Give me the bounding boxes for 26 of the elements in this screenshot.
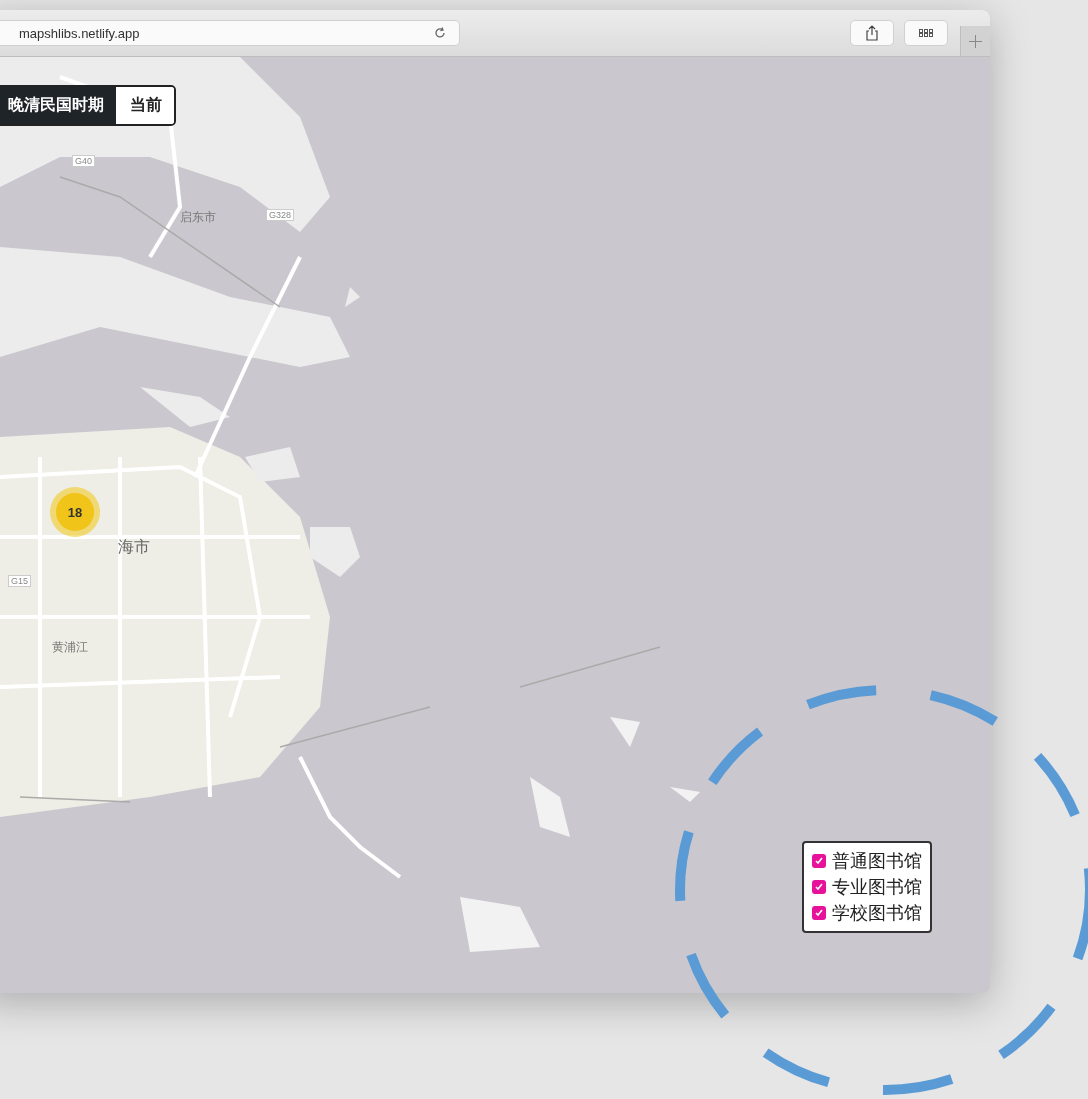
- reload-icon[interactable]: [433, 26, 447, 40]
- road-shield: G15: [8, 575, 31, 587]
- legend-label: 专业图书馆: [832, 876, 922, 899]
- legend-label: 普通图书馆: [832, 850, 922, 873]
- address-field[interactable]: mapshlibs.netlify.app: [0, 20, 460, 46]
- road-shield: G328: [266, 209, 295, 221]
- cluster-marker[interactable]: 18: [50, 487, 100, 537]
- checkbox[interactable]: [812, 906, 826, 920]
- grid-icon: [919, 29, 933, 37]
- road-shield: G40: [72, 155, 95, 167]
- place-label: 黄浦江: [52, 639, 88, 656]
- legend-item[interactable]: 专业图书馆: [812, 875, 922, 899]
- share-icon: [866, 25, 878, 41]
- tabs-button[interactable]: [904, 20, 948, 46]
- share-button[interactable]: [850, 20, 894, 46]
- new-tab-button[interactable]: [960, 26, 990, 56]
- checkbox[interactable]: [812, 854, 826, 868]
- legend-label: 学校图书馆: [832, 902, 922, 925]
- place-label: 启东市: [180, 209, 216, 226]
- period-tab[interactable]: 晚清民国时期: [0, 87, 116, 124]
- plus-icon: [969, 34, 982, 48]
- checkbox[interactable]: [812, 880, 826, 894]
- legend-item[interactable]: 学校图书馆: [812, 901, 922, 925]
- place-label: 海市: [118, 537, 150, 557]
- map[interactable]: 晚清民国时期 当前 G40 启东市 G328 海市 G15 黄浦江 18 普通图书馆 专业图书馆 学校图书馆: [0, 57, 990, 993]
- legend-item[interactable]: 普通图书馆: [812, 849, 922, 873]
